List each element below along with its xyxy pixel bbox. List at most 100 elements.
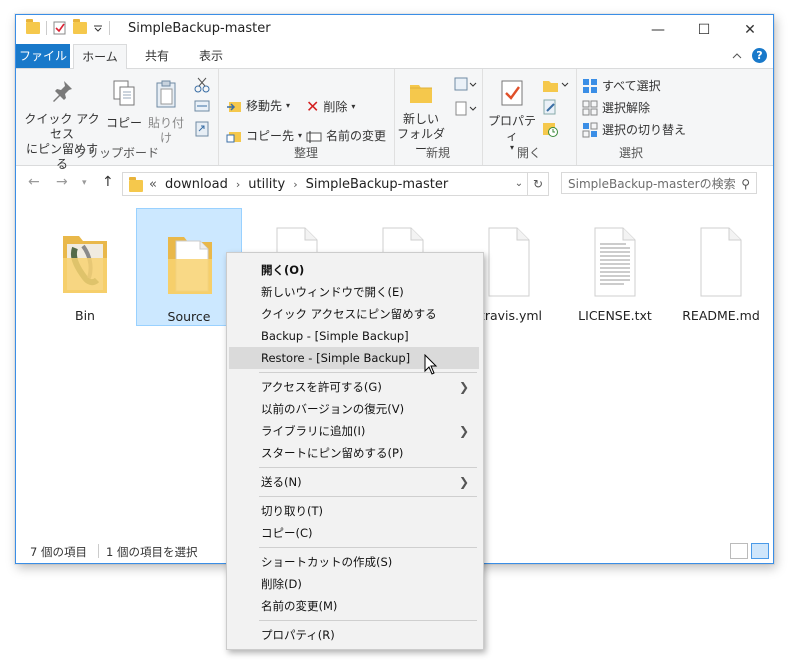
- menu-item-copy[interactable]: コピー(C): [229, 522, 479, 544]
- maximize-button[interactable]: ☐: [681, 15, 727, 44]
- cut-icon[interactable]: [194, 77, 210, 93]
- select-all-icon: [583, 78, 597, 93]
- menu-item-create-shortcut[interactable]: ショートカットの作成(S): [229, 551, 479, 573]
- submenu-arrow-icon: ❯: [458, 475, 469, 489]
- forward-arrow-icon[interactable]: →: [56, 174, 68, 190]
- new-item-icon[interactable]: [454, 77, 478, 93]
- easy-access-icon[interactable]: [454, 101, 478, 117]
- up-arrow-icon[interactable]: ↑: [102, 174, 114, 190]
- close-button[interactable]: ✕: [727, 15, 773, 44]
- chevron-right-icon[interactable]: ›: [293, 178, 297, 191]
- menu-item-open-new-window[interactable]: 新しいウィンドウで開く(E): [229, 281, 479, 303]
- rename-icon: [306, 130, 322, 143]
- menu-item-pin-start[interactable]: スタートにピン留めする(P): [229, 442, 479, 464]
- file-item-license[interactable]: LICENSE.txt: [562, 208, 668, 326]
- tab-file[interactable]: ファイル: [16, 44, 70, 68]
- details-view-icon[interactable]: [730, 543, 748, 559]
- tab-home[interactable]: ホーム: [73, 44, 127, 69]
- ribbon: クイック アクセス にピン留めする コピー 貼り付け クリップボード 移動先 ▾: [16, 69, 773, 171]
- paste-button[interactable]: 貼り付け: [144, 79, 188, 146]
- address-bar[interactable]: « download › utility › SimpleBackup-mast…: [122, 172, 528, 196]
- menu-item-rename[interactable]: 名前の変更(M): [229, 595, 479, 617]
- move-to-button[interactable]: 移動先 ▾: [226, 97, 290, 114]
- file-icon: [488, 227, 530, 297]
- selected-count: 1 個の項目を選択: [106, 545, 198, 559]
- address-dropdown-icon[interactable]: ⌄: [511, 173, 527, 195]
- menu-separator: [259, 372, 477, 373]
- history-icon[interactable]: [542, 121, 558, 137]
- file-item-readme[interactable]: README.md: [668, 208, 774, 326]
- properties-button[interactable]: プロパティ ▾: [484, 79, 540, 152]
- menu-item-open[interactable]: 開く(O): [229, 259, 479, 281]
- properties-label: プロパティ: [487, 114, 536, 143]
- open-group-label: 開く: [516, 146, 541, 160]
- pin-label: クイック アクセス にピン留めする: [24, 112, 100, 171]
- breadcrumb-download[interactable]: download: [165, 177, 228, 192]
- menu-item-give-access[interactable]: アクセスを許可する(G) ❯: [229, 376, 479, 398]
- copy-icon: [113, 80, 135, 106]
- large-icons-view-icon[interactable]: [751, 543, 769, 559]
- copy-path-icon[interactable]: [194, 99, 210, 113]
- address-folder-icon: [129, 176, 143, 192]
- copy-to-label: コピー先: [246, 129, 295, 143]
- new-folder-icon: [410, 85, 432, 103]
- tab-view[interactable]: 表示: [188, 44, 234, 68]
- menu-item-restore[interactable]: Restore - [Simple Backup]: [229, 347, 479, 369]
- select-none-button[interactable]: 選択解除: [582, 99, 650, 116]
- menu-item-pin-quick-access[interactable]: クイック アクセスにピン留めする: [229, 303, 479, 325]
- minimize-button[interactable]: —: [635, 15, 681, 44]
- breadcrumb-utility[interactable]: utility: [248, 177, 285, 192]
- collapse-ribbon-icon[interactable]: [732, 52, 742, 60]
- properties-icon[interactable]: [53, 21, 67, 35]
- customize-chevron-icon[interactable]: [93, 23, 103, 33]
- menu-item-restore-previous[interactable]: 以前のバージョンの復元(V): [229, 398, 479, 420]
- pin-icon: [53, 81, 72, 102]
- ribbon-tabs: ファイル ホーム 共有 表示: [16, 44, 773, 69]
- menu-item-include-library[interactable]: ライブラリに追加(I) ❯: [229, 420, 479, 442]
- select-all-button[interactable]: すべて選択: [582, 77, 661, 94]
- window-title: SimpleBackup-master: [128, 21, 271, 36]
- mouse-cursor-icon: [424, 354, 438, 375]
- copy-button[interactable]: コピー: [106, 79, 142, 131]
- menu-item-properties[interactable]: プロパティ(R): [229, 624, 479, 646]
- breadcrumb-simplebackup[interactable]: SimpleBackup-master: [306, 177, 449, 192]
- group-select: すべて選択 選択解除 選択の切り替え 選択: [576, 69, 686, 165]
- tab-share[interactable]: 共有: [134, 44, 180, 68]
- folder-icon: [26, 19, 40, 34]
- quick-access-toolbar: [26, 19, 110, 35]
- help-icon[interactable]: ?: [752, 48, 767, 63]
- folder-item-bin[interactable]: Bin: [32, 208, 138, 326]
- paste-shortcut-icon[interactable]: [194, 121, 210, 137]
- select-all-label: すべて選択: [602, 79, 661, 93]
- context-menu: 開く(O) 新しいウィンドウで開く(E) クイック アクセスにピン留めする Ba…: [226, 252, 484, 650]
- copy-to-button[interactable]: コピー先 ▾: [226, 127, 302, 144]
- menu-item-cut[interactable]: 切り取り(T): [229, 500, 479, 522]
- breadcrumb-overflow[interactable]: «: [149, 177, 157, 192]
- copy-to-icon: [226, 131, 241, 142]
- invert-selection-button[interactable]: 選択の切り替え: [582, 121, 686, 138]
- submenu-arrow-icon: ❯: [458, 424, 469, 438]
- rename-button[interactable]: 名前の変更: [306, 127, 386, 144]
- back-arrow-icon[interactable]: ←: [28, 174, 40, 190]
- menu-item-delete[interactable]: 削除(D): [229, 573, 479, 595]
- menu-separator: [259, 620, 477, 621]
- chevron-right-icon[interactable]: ›: [236, 178, 240, 191]
- folder-icon: [63, 236, 107, 293]
- search-input[interactable]: SimpleBackup-masterの検索 ⚲: [561, 172, 757, 194]
- menu-item-backup[interactable]: Backup - [Simple Backup]: [229, 325, 479, 347]
- edit-icon[interactable]: [542, 99, 558, 115]
- open-icon[interactable]: [542, 77, 570, 93]
- rename-label: 名前の変更: [326, 129, 387, 143]
- new-folder-icon[interactable]: [73, 19, 87, 34]
- delete-button[interactable]: ✕ 削除 ▾: [306, 97, 355, 116]
- refresh-icon[interactable]: ↻: [528, 172, 549, 196]
- view-toggle: [730, 543, 769, 559]
- menu-separator: [259, 467, 477, 468]
- item-count: 7 個の項目: [30, 545, 87, 559]
- move-to-label: 移動先: [246, 99, 283, 113]
- properties-check-icon: [501, 80, 523, 106]
- recent-locations-icon[interactable]: ▾: [82, 178, 87, 188]
- group-organize: 移動先 ▾ コピー先 ▾ ✕ 削除 ▾ 名前の変更 整理: [218, 69, 395, 165]
- separator: [98, 544, 99, 558]
- menu-item-send-to[interactable]: 送る(N) ❯: [229, 471, 479, 493]
